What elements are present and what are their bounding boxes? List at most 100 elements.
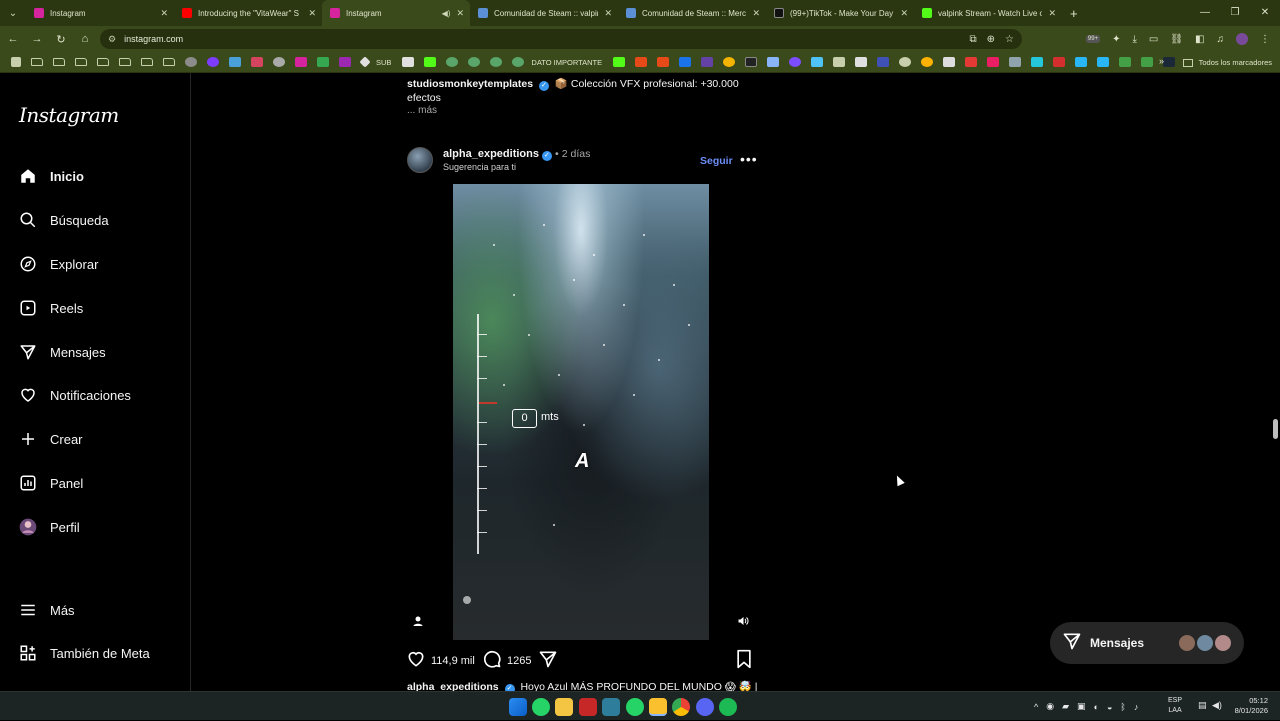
extensions-icon[interactable]: ✦ [1112, 34, 1120, 45]
sidebar-item-perfil[interactable]: Perfil [18, 515, 80, 539]
bookmark-favicon[interactable] [1009, 57, 1022, 67]
tab-instagram-active[interactable]: Instagram ◀) ✕ [322, 0, 470, 26]
address-bar[interactable]: ⚙ instagram.com ⧉ ⊕ ☆ [100, 29, 1022, 49]
like-button[interactable]: 114,9 mil [406, 650, 475, 672]
bookmark-favicon[interactable] [468, 57, 481, 67]
bookmark-favicon[interactable] [789, 57, 802, 67]
bookmark-dato-importante[interactable]: DATO IMPORTANTE [531, 58, 602, 67]
sidebar-item-crear[interactable]: Crear [18, 427, 83, 451]
media-control-icon[interactable]: ♫ [1217, 34, 1225, 45]
close-tab-icon[interactable]: ✕ [456, 8, 464, 19]
close-tab-icon[interactable]: ✕ [604, 8, 612, 19]
post-username[interactable]: alpha_expeditions [443, 148, 539, 160]
caption-more-link[interactable]: ... más [407, 105, 437, 116]
speaker-icon[interactable]: ◀) [442, 9, 451, 18]
sticky-notes-icon[interactable] [648, 698, 667, 716]
bookmark-favicon[interactable] [987, 57, 1000, 67]
bookmark-favicon[interactable] [1075, 57, 1088, 67]
tab-instagram-1[interactable]: Instagram ✕ [26, 0, 174, 26]
link-icon[interactable]: ⛓ [1170, 34, 1183, 45]
chrome-icon[interactable] [672, 698, 691, 716]
bookmark-favicon[interactable] [965, 57, 978, 67]
save-button[interactable] [735, 649, 753, 672]
tab-tiktok[interactable]: (99+)TikTok - Make Your Day ✕ [766, 0, 914, 26]
post-time[interactable]: 2 días [562, 148, 591, 160]
tag-user-icon[interactable] [407, 610, 429, 632]
bookmark-favicon[interactable] [359, 56, 371, 68]
bookmark-favicon[interactable] [273, 57, 285, 67]
bookmark-folder[interactable] [75, 58, 87, 66]
speaker-icon[interactable] [732, 610, 754, 632]
scrollbar-thumb[interactable] [1273, 419, 1278, 439]
sidebar-item-inicio[interactable]: Inicio [18, 164, 84, 188]
post-media[interactable]: 0 mts A [398, 184, 764, 640]
tab-kick[interactable]: valpink Stream - Watch Live on ✕ [914, 0, 1062, 26]
bookmark-favicon[interactable] [446, 57, 459, 67]
install-app-icon[interactable]: ⧉ [970, 34, 977, 45]
sidebar-item-explorar[interactable]: Explorar [18, 252, 98, 276]
menu-kebab-icon[interactable]: ⋮ [1260, 34, 1270, 45]
bookmark-favicon[interactable] [921, 57, 934, 67]
bookmark-folder[interactable] [119, 58, 131, 66]
bookmark-favicon[interactable] [251, 57, 263, 67]
minimize-button[interactable]: — [1190, 0, 1220, 26]
close-tab-icon[interactable]: ✕ [752, 8, 760, 19]
windows-start-icon[interactable] [508, 698, 527, 716]
forward-button[interactable]: → [26, 33, 48, 45]
new-tab-button[interactable]: + [1070, 6, 1078, 21]
back-button[interactable]: ← [2, 33, 24, 45]
bookmark-folder[interactable] [97, 58, 109, 66]
previous-post-username[interactable]: studiosmonkeytemplates [407, 78, 533, 90]
post-caption-username[interactable]: alpha_expeditions [407, 681, 499, 691]
bookmark-favicon[interactable] [490, 57, 503, 67]
bookmark-favicon[interactable] [1053, 57, 1066, 67]
bookmark-favicon[interactable] [701, 57, 714, 67]
close-tab-icon[interactable]: ✕ [308, 8, 316, 19]
bookmark-sub[interactable]: SUB [376, 58, 391, 67]
bookmark-favicon[interactable] [613, 57, 626, 67]
tray-overflow-icon[interactable]: ^ [1034, 702, 1038, 712]
instagram-logo[interactable]: Instagram [19, 103, 119, 127]
bookmark-star-icon[interactable]: ☆ [1005, 34, 1014, 45]
bookmark-favicon[interactable] [767, 57, 780, 67]
discord-icon[interactable] [695, 698, 714, 716]
bookmark-favicon[interactable] [745, 57, 758, 67]
bookmark-favicon[interactable] [1163, 57, 1176, 67]
bluetooth-icon[interactable]: ᛒ [1120, 702, 1125, 712]
bookmark-favicon[interactable] [339, 57, 351, 67]
bookmark-favicon[interactable] [657, 57, 670, 67]
follow-button[interactable]: Seguir [700, 155, 733, 167]
app-icon[interactable] [578, 698, 597, 716]
share-button[interactable] [538, 650, 558, 672]
reading-list-icon[interactable]: ▭ [1149, 34, 1158, 45]
downloads-icon[interactable]: ⤓ [1132, 34, 1136, 45]
sidebar-item-meta[interactable]: También de Meta [18, 641, 150, 665]
network-icon[interactable]: ▤ [1198, 700, 1207, 711]
reel-video[interactable]: 0 mts A [453, 184, 709, 640]
messages-pill[interactable]: Mensajes [1050, 622, 1244, 664]
profile-icon[interactable] [1236, 33, 1248, 45]
side-panel-icon[interactable]: ◧ [1195, 34, 1204, 45]
bookmark-favicon[interactable] [1031, 57, 1044, 67]
bookmark-favicon[interactable] [679, 57, 692, 67]
file-explorer-icon[interactable] [555, 698, 574, 716]
sidebar-item-mas[interactable]: Más [18, 598, 75, 622]
tab-youtube[interactable]: Introducing the "VitaWear" S ✕ [174, 0, 322, 26]
bookmark-favicon[interactable] [723, 57, 736, 67]
apps-icon[interactable] [11, 57, 21, 67]
bookmark-favicon[interactable] [185, 57, 197, 67]
bookmark-favicon[interactable] [943, 57, 956, 67]
tray-icon[interactable]: ▣ [1077, 701, 1086, 712]
bookmarks-overflow-icon[interactable]: » [1159, 56, 1164, 66]
bookmark-favicon[interactable] [424, 57, 437, 67]
bookmark-folder[interactable] [163, 58, 175, 66]
bookmark-favicon[interactable] [899, 57, 912, 67]
bookmark-folder[interactable] [53, 58, 65, 66]
zoom-icon[interactable]: ⊕ [987, 34, 995, 45]
bookmark-favicon[interactable] [1119, 57, 1132, 67]
window-close-button[interactable]: ✕ [1250, 0, 1280, 26]
whatsapp-icon[interactable] [532, 698, 551, 716]
bookmark-favicon[interactable] [1141, 57, 1154, 67]
post-avatar[interactable] [407, 147, 433, 173]
bookmark-favicon[interactable] [512, 57, 525, 67]
